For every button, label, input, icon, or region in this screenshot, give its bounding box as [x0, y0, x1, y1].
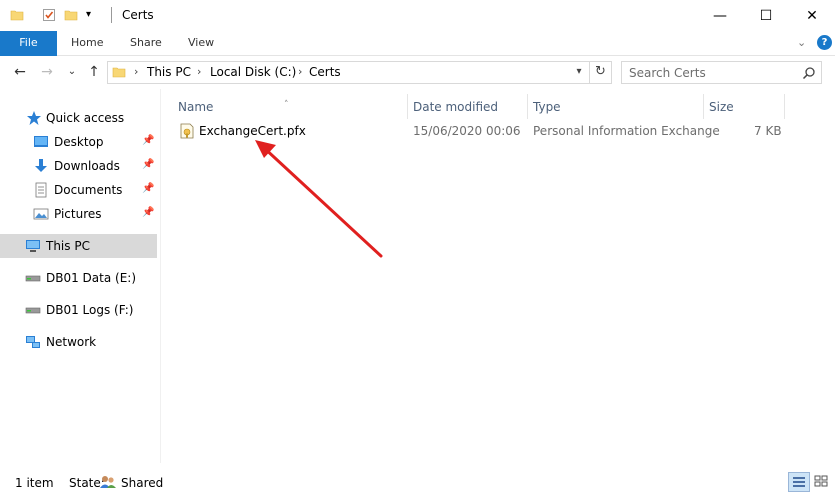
new-folder-icon[interactable]	[64, 8, 78, 22]
sidebar-item-label: Quick access	[46, 111, 125, 125]
sort-ascending-icon: ˄	[284, 100, 289, 110]
expand-ribbon-icon[interactable]: ⌄	[797, 36, 806, 49]
sidebar-item-db01-logs[interactable]: DB01 Logs (F:)	[0, 298, 157, 322]
documents-icon	[35, 182, 47, 198]
forward-button[interactable]: →	[37, 61, 57, 83]
sidebar-item-downloads[interactable]: Downloads 📌	[0, 154, 157, 178]
column-separator[interactable]	[784, 94, 785, 119]
window-title: Certs	[122, 8, 154, 22]
breadcrumb-local-disk[interactable]: Local Disk (C:)	[210, 65, 296, 79]
search-icon[interactable]	[802, 66, 816, 80]
address-dropdown-icon[interactable]: ▾	[570, 61, 588, 84]
folder-icon	[10, 10, 24, 21]
column-header-label: Date modified	[413, 100, 499, 114]
tab-view[interactable]: View	[188, 31, 214, 56]
certificate-file-icon	[180, 123, 194, 139]
item-count: 1 item	[15, 476, 54, 490]
navigation-pane: Quick access Desktop 📌 Downloads 📌 Docum…	[0, 89, 160, 463]
tab-file[interactable]: File	[0, 31, 57, 56]
navigation-bar: ← → ⌄ ↑ › This PC › Local Disk (C:) › Ce…	[0, 56, 835, 89]
column-header-label: Type	[533, 100, 561, 114]
breadcrumb-chevron-icon[interactable]: ›	[298, 65, 302, 78]
sidebar-item-label: DB01 Data (E:)	[46, 271, 137, 285]
sidebar-item-this-pc[interactable]: This PC	[0, 234, 157, 258]
column-header-label: Size	[709, 100, 734, 114]
sidebar-item-db01-data[interactable]: DB01 Data (E:)	[0, 266, 157, 290]
minimize-button[interactable]: —	[697, 0, 743, 31]
column-header-label: Name	[178, 100, 214, 114]
drive-icon	[25, 275, 41, 282]
sidebar-item-label: This PC	[46, 239, 90, 253]
star-icon	[27, 111, 41, 125]
sidebar-item-network[interactable]: Network	[0, 330, 157, 354]
refresh-button[interactable]: ↻	[589, 61, 611, 84]
large-icons-view-icon	[814, 475, 828, 487]
address-bar[interactable]: › This PC › Local Disk (C:) › Certs	[107, 61, 612, 84]
pin-icon[interactable]: 📌	[142, 135, 154, 146]
drive-icon	[25, 307, 41, 314]
sidebar-item-label: Network	[46, 335, 97, 349]
file-size: 7 KB	[754, 124, 782, 138]
download-icon	[35, 159, 47, 172]
pictures-icon	[33, 208, 49, 220]
title-bar: ▾ Certs — ☐ ✕	[0, 0, 835, 31]
close-button[interactable]: ✕	[789, 0, 835, 31]
pin-icon[interactable]: 📌	[142, 207, 154, 218]
search-input[interactable]: Search Certs	[629, 66, 706, 80]
shared-users-icon	[100, 476, 116, 488]
sidebar-item-label: DB01 Logs (F:)	[46, 303, 134, 317]
properties-icon[interactable]	[42, 8, 56, 22]
ribbon: File Home Share View ⌄	[0, 31, 835, 56]
breadcrumb-chevron-icon[interactable]: ›	[197, 65, 201, 78]
details-view-button[interactable]	[788, 472, 810, 492]
large-icons-view-button[interactable]	[811, 472, 833, 492]
column-header-size[interactable]: Size	[704, 94, 784, 119]
sidebar-item-label: Pictures	[54, 207, 102, 221]
pin-icon[interactable]: 📌	[142, 159, 154, 170]
title-separator	[111, 7, 112, 23]
recent-locations-button[interactable]: ⌄	[62, 61, 82, 83]
file-type: Personal Information Exchange	[533, 124, 720, 138]
sidebar-item-label: Downloads	[54, 159, 120, 173]
up-button[interactable]: ↑	[84, 61, 104, 83]
state-value: Shared	[121, 476, 164, 490]
breadcrumb-chevron-icon[interactable]: ›	[134, 65, 138, 78]
help-icon[interactable]: ?	[817, 35, 832, 50]
sidebar-item-documents[interactable]: Documents 📌	[0, 178, 157, 202]
sidebar-item-desktop[interactable]: Desktop 📌	[0, 130, 157, 154]
desktop-icon	[34, 136, 48, 147]
details-view-icon	[793, 477, 805, 487]
breadcrumb-certs[interactable]: Certs	[309, 65, 341, 79]
search-box[interactable]: Search Certs	[621, 61, 822, 84]
status-bar: 1 item State: Shared	[0, 470, 835, 495]
sidebar-item-label: Documents	[54, 183, 123, 197]
sidebar-item-label: Desktop	[54, 135, 104, 149]
annotation-arrow	[255, 140, 383, 258]
tab-share[interactable]: Share	[130, 31, 162, 56]
maximize-button[interactable]: ☐	[743, 0, 789, 31]
file-date-modified: 15/06/2020 00:06	[413, 124, 521, 138]
column-header-date[interactable]: Date modified	[408, 94, 527, 119]
column-header-type[interactable]: Type	[528, 94, 703, 119]
tab-home[interactable]: Home	[71, 31, 103, 56]
folder-icon	[112, 67, 126, 78]
sidebar-item-pictures[interactable]: Pictures 📌	[0, 202, 157, 226]
sidebar-item-quick-access[interactable]: Quick access	[0, 106, 157, 130]
network-icon	[26, 336, 40, 348]
breadcrumb-this-pc[interactable]: This PC	[147, 65, 191, 79]
pin-icon[interactable]: 📌	[142, 183, 154, 194]
column-header-name[interactable]: ˄ Name	[161, 94, 407, 119]
computer-icon	[26, 240, 40, 252]
customize-toolbar-icon[interactable]: ▾	[86, 9, 91, 20]
back-button[interactable]: ←	[10, 61, 30, 83]
